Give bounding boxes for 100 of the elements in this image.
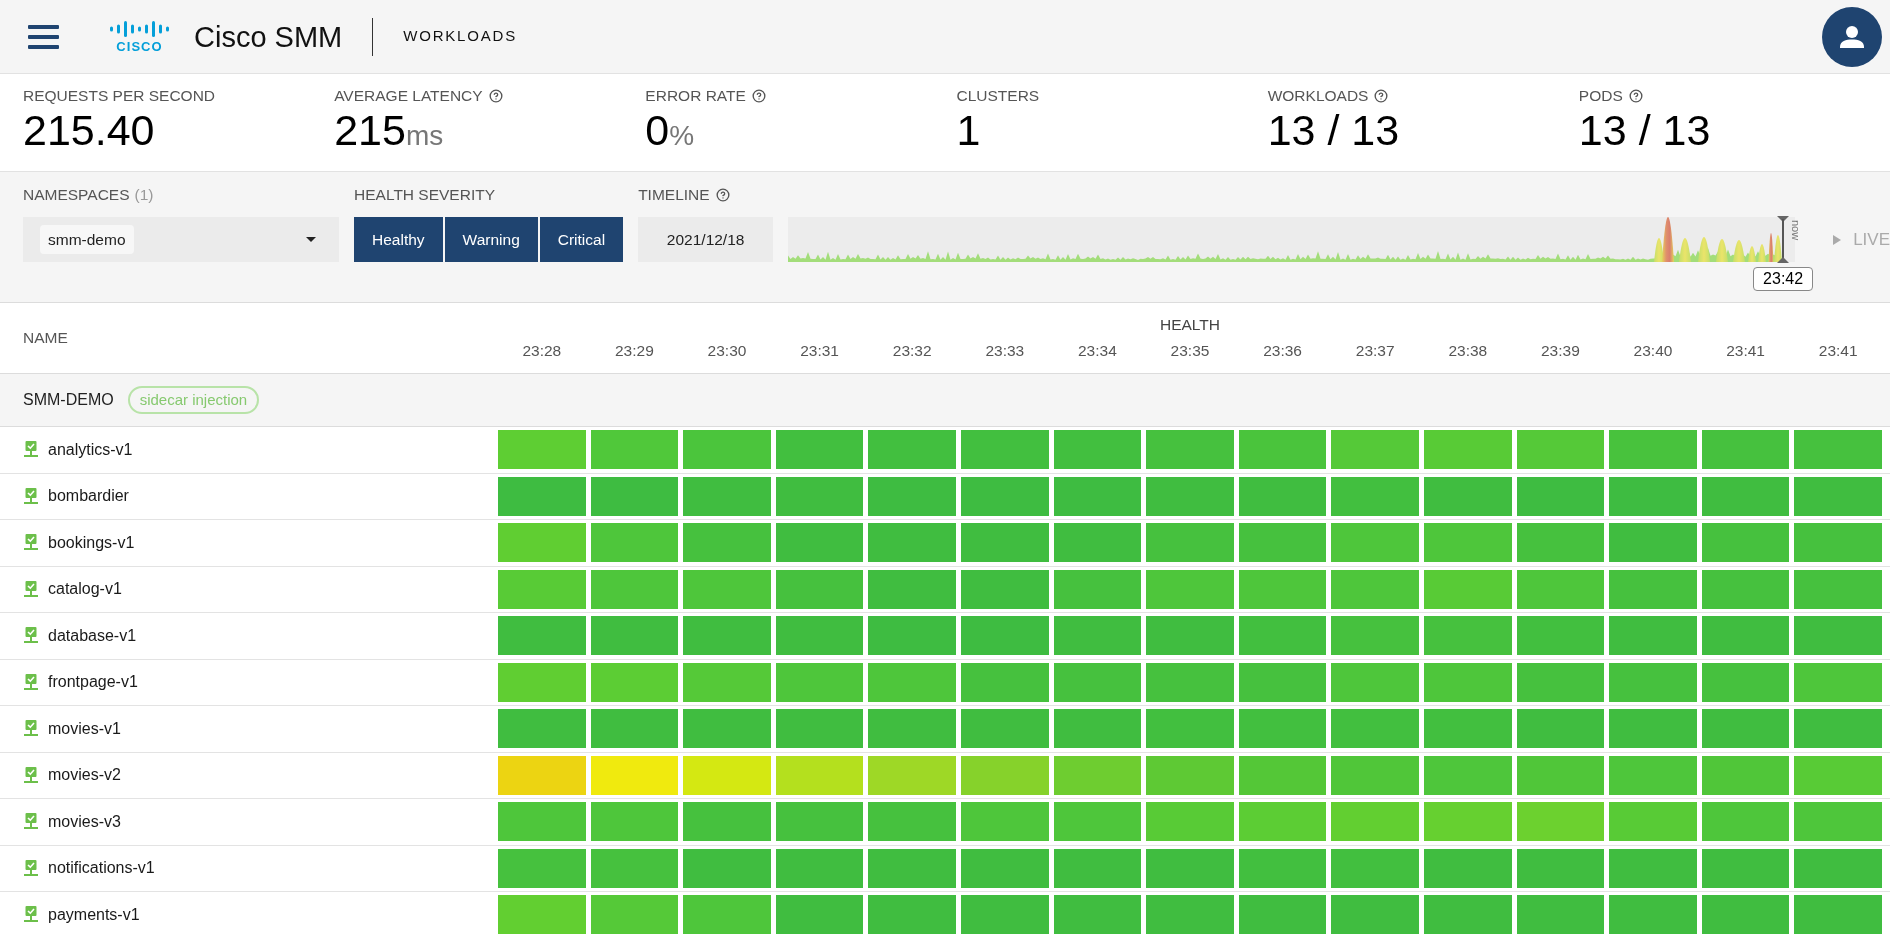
health-cell[interactable]	[1794, 709, 1882, 749]
health-cell[interactable]	[1794, 616, 1882, 656]
health-cell[interactable]	[1424, 476, 1512, 516]
health-cell[interactable]	[1701, 895, 1790, 934]
health-cell[interactable]	[775, 662, 864, 702]
namespace-select[interactable]: smm-demo	[23, 217, 340, 262]
health-cell[interactable]	[868, 895, 956, 934]
workload-name[interactable]: movies-v1	[48, 716, 121, 741]
health-cell[interactable]	[1609, 523, 1697, 563]
health-cell[interactable]	[1609, 569, 1697, 609]
health-cell[interactable]	[683, 523, 771, 563]
health-cell[interactable]	[1238, 569, 1327, 609]
health-cell[interactable]	[1331, 895, 1419, 934]
health-cell[interactable]	[1238, 616, 1327, 656]
workload-name[interactable]: analytics-v1	[48, 437, 133, 462]
health-cell[interactable]	[1516, 616, 1605, 656]
health-cell[interactable]	[868, 476, 956, 516]
health-cell[interactable]	[590, 430, 679, 470]
health-cell[interactable]	[1053, 802, 1142, 842]
health-cell[interactable]	[1424, 569, 1512, 609]
health-cell[interactable]	[1701, 802, 1790, 842]
namespace-chip[interactable]: smm-demo	[40, 225, 134, 254]
health-cell[interactable]	[498, 523, 586, 563]
health-cell[interactable]	[1053, 430, 1142, 470]
health-cell[interactable]	[683, 616, 771, 656]
health-cell[interactable]	[1516, 848, 1605, 888]
health-cell[interactable]	[1424, 802, 1512, 842]
health-cell[interactable]	[961, 569, 1049, 609]
health-cell[interactable]	[1331, 848, 1419, 888]
health-cell[interactable]	[1146, 523, 1234, 563]
health-cell[interactable]	[1146, 709, 1234, 749]
health-cell[interactable]	[1053, 569, 1142, 609]
health-cell[interactable]	[1701, 616, 1790, 656]
health-cell[interactable]	[1146, 476, 1234, 516]
health-cell[interactable]	[683, 895, 771, 934]
health-cell[interactable]	[1146, 895, 1234, 934]
health-cell[interactable]	[683, 476, 771, 516]
health-cell[interactable]	[775, 523, 864, 563]
health-cell[interactable]	[1238, 755, 1327, 795]
health-cell[interactable]	[961, 430, 1049, 470]
health-cell[interactable]	[590, 616, 679, 656]
health-cell[interactable]	[1053, 523, 1142, 563]
health-cell[interactable]	[683, 662, 771, 702]
health-cell[interactable]	[498, 755, 586, 795]
health-cell[interactable]	[1146, 802, 1234, 842]
help-icon[interactable]	[751, 89, 766, 103]
health-cell[interactable]	[961, 616, 1049, 656]
workload-name[interactable]: payments-v1	[48, 902, 140, 927]
health-cell[interactable]	[498, 430, 586, 470]
health-cell[interactable]	[1238, 523, 1327, 563]
workload-name[interactable]: bombardier	[48, 484, 129, 509]
health-cell[interactable]	[775, 476, 864, 516]
health-cell[interactable]	[775, 709, 864, 749]
health-cell[interactable]	[1146, 616, 1234, 656]
health-cell[interactable]	[1701, 430, 1790, 470]
play-icon[interactable]	[1833, 234, 1842, 245]
health-cell[interactable]	[1516, 802, 1605, 842]
health-cell[interactable]	[683, 848, 771, 888]
health-cell[interactable]	[1053, 848, 1142, 888]
health-cell[interactable]	[1794, 755, 1882, 795]
health-cell[interactable]	[1146, 848, 1234, 888]
health-cell[interactable]	[1516, 569, 1605, 609]
health-cell[interactable]	[868, 662, 956, 702]
severity-toggle[interactable]: Critical	[539, 217, 624, 262]
health-cell[interactable]	[1331, 709, 1419, 749]
health-cell[interactable]	[868, 755, 956, 795]
health-cell[interactable]	[1238, 848, 1327, 888]
health-cell[interactable]	[1516, 523, 1605, 563]
health-cell[interactable]	[1516, 709, 1605, 749]
health-cell[interactable]	[683, 802, 771, 842]
health-cell[interactable]	[1053, 616, 1142, 656]
health-cell[interactable]	[1794, 569, 1882, 609]
health-cell[interactable]	[1053, 895, 1142, 934]
workload-name[interactable]: frontpage-v1	[48, 670, 138, 695]
health-cell[interactable]	[498, 569, 586, 609]
health-cell[interactable]	[868, 709, 956, 749]
health-cell[interactable]	[1794, 895, 1882, 934]
health-cell[interactable]	[868, 523, 956, 563]
health-cell[interactable]	[1331, 662, 1419, 702]
workload-name[interactable]: notifications-v1	[48, 856, 155, 881]
health-cell[interactable]	[1424, 616, 1512, 656]
health-cell[interactable]	[1701, 569, 1790, 609]
date-field[interactable]: 2021/12/18	[638, 217, 774, 262]
health-cell[interactable]	[775, 848, 864, 888]
health-cell[interactable]	[498, 802, 586, 842]
health-cell[interactable]	[1331, 616, 1419, 656]
health-cell[interactable]	[1331, 523, 1419, 563]
workload-name[interactable]: movies-v2	[48, 763, 121, 788]
health-cell[interactable]	[1701, 476, 1790, 516]
health-cell[interactable]	[1701, 662, 1790, 702]
health-cell[interactable]	[775, 569, 864, 609]
health-cell[interactable]	[498, 616, 586, 656]
menu-icon[interactable]	[28, 24, 59, 49]
health-cell[interactable]	[1331, 755, 1419, 795]
health-cell[interactable]	[1238, 802, 1327, 842]
health-cell[interactable]	[1424, 755, 1512, 795]
health-cell[interactable]	[868, 430, 956, 470]
health-cell[interactable]	[868, 569, 956, 609]
health-cell[interactable]	[1238, 662, 1327, 702]
health-cell[interactable]	[775, 802, 864, 842]
